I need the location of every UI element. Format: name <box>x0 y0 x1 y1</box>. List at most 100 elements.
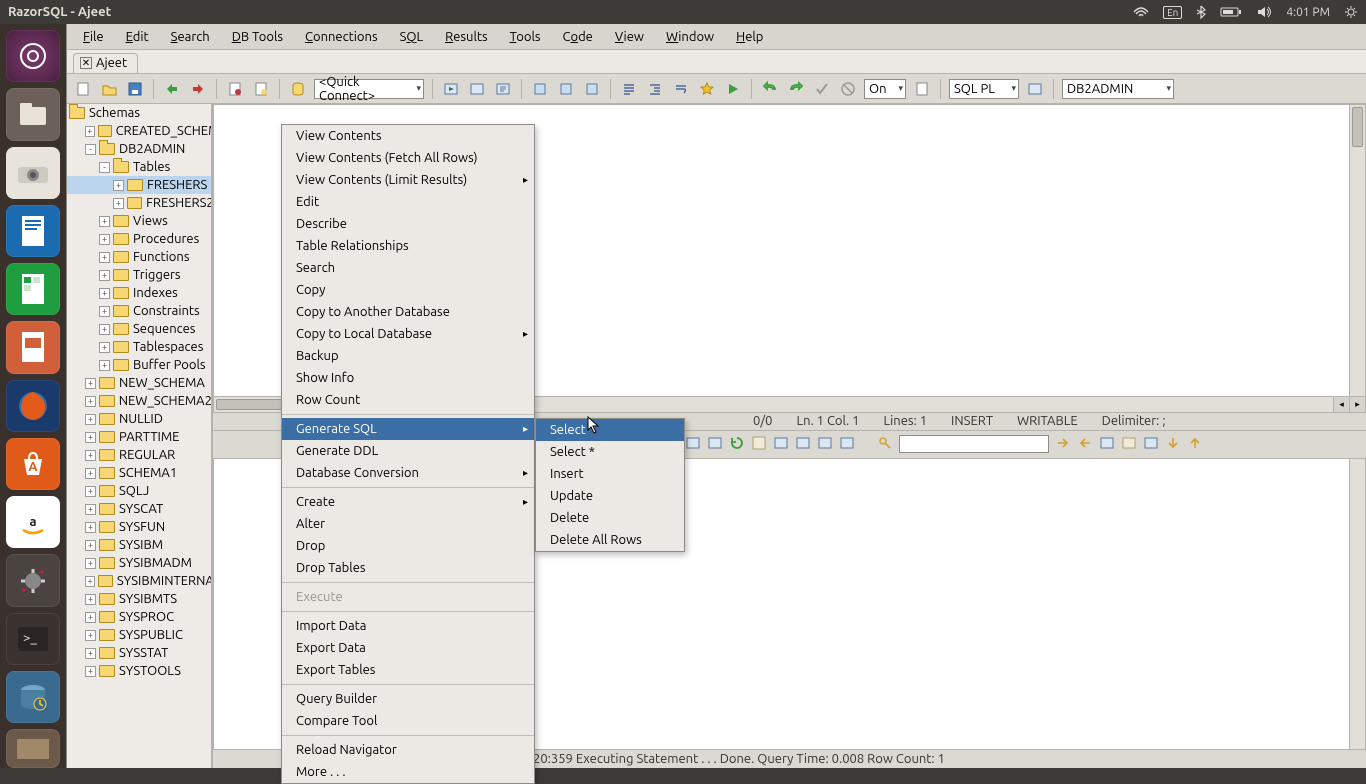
tree-item[interactable]: +FRESHERS2 <box>67 194 211 212</box>
tree-item[interactable]: +SYSIBMADM <box>67 554 211 572</box>
menu-edit[interactable]: Edit <box>116 27 159 47</box>
results-icon-4[interactable] <box>773 435 789 454</box>
check-icon[interactable] <box>812 79 832 99</box>
tree-item[interactable]: +SYSIBMTS <box>67 590 211 608</box>
ctx-item[interactable]: Copy to Another Database <box>282 301 534 323</box>
disconnect-icon[interactable] <box>188 79 208 99</box>
ctx-item[interactable]: Query Builder <box>282 688 534 710</box>
results-icon-8[interactable] <box>1099 435 1115 454</box>
tree-expand-icon[interactable]: + <box>99 288 110 299</box>
edit-connection-icon[interactable] <box>225 79 245 99</box>
lang-icon[interactable] <box>1025 79 1045 99</box>
sql-lang-combo[interactable]: SQL PL <box>949 79 1019 99</box>
tree-expand-icon[interactable]: + <box>99 270 110 281</box>
results-up-icon[interactable] <box>1187 435 1203 454</box>
ctx-item[interactable]: Database Conversion▸ <box>282 462 534 484</box>
autocommit-combo[interactable]: On <box>864 79 906 99</box>
cancel-icon[interactable] <box>838 79 858 99</box>
ctx-item[interactable]: Export Tables <box>282 659 534 681</box>
tree-expand-icon[interactable]: - <box>85 144 96 155</box>
ctx-item[interactable]: Copy to Local Database▸ <box>282 323 534 345</box>
tree-item[interactable]: +SYSPUBLIC <box>67 626 211 644</box>
launcher-camera[interactable] <box>6 147 60 199</box>
clock[interactable]: 4:01 PM <box>1286 6 1330 19</box>
tree-expand-icon[interactable]: + <box>85 414 96 425</box>
tree-expand-icon[interactable]: + <box>99 234 110 245</box>
schema-combo[interactable]: DB2ADMIN <box>1062 79 1174 99</box>
menu-view[interactable]: View <box>605 27 654 47</box>
tree-item[interactable]: +Sequences <box>67 320 211 338</box>
keyboard-lang-indicator[interactable]: En <box>1163 6 1182 19</box>
ctx-item[interactable]: Create▸ <box>282 491 534 513</box>
bluetooth-icon[interactable] <box>1196 5 1206 19</box>
launcher-amazon[interactable]: a <box>6 496 60 548</box>
ctx-item[interactable]: Drop Tables <box>282 557 534 579</box>
launcher-files[interactable] <box>6 88 60 140</box>
ctx-item[interactable]: Generate SQL▸ <box>282 418 534 440</box>
tree-item[interactable]: +SCHEMA1 <box>67 464 211 482</box>
tree-expand-icon[interactable]: + <box>99 216 110 227</box>
tool-icon-2[interactable] <box>556 79 576 99</box>
ctx-item[interactable]: Show Info <box>282 367 534 389</box>
ctx-item[interactable]: Backup <box>282 345 534 367</box>
schema-tree[interactable]: Schemas +CREATED_SCHEMA-DB2ADMIN-Tables+… <box>67 104 213 768</box>
tree-item[interactable]: +PARTTIME <box>67 428 211 446</box>
ctx-item[interactable]: Delete <box>536 507 684 529</box>
tree-expand-icon[interactable]: + <box>85 126 95 137</box>
tree-item[interactable]: +Functions <box>67 248 211 266</box>
connect-icon[interactable] <box>162 79 182 99</box>
tree-expand-icon[interactable]: + <box>99 252 110 263</box>
open-folder-icon[interactable] <box>99 79 119 99</box>
tree-expand-icon[interactable]: + <box>99 306 110 317</box>
ctx-item[interactable]: View Contents <box>282 125 534 147</box>
launcher-impress[interactable] <box>6 321 60 373</box>
editor-scrollbar[interactable] <box>1349 105 1365 396</box>
ctx-item[interactable]: View Contents (Limit Results)▸ <box>282 169 534 191</box>
tree-item[interactable]: +SQLJ <box>67 482 211 500</box>
results-refresh-icon[interactable] <box>729 435 745 454</box>
tree-item[interactable]: +SYSIBMINTERNAL <box>67 572 211 590</box>
tree-item[interactable]: +REGULAR <box>67 446 211 464</box>
tree-item[interactable]: -DB2ADMIN <box>67 140 211 158</box>
menu-tools[interactable]: Tools <box>500 27 551 47</box>
tree-item[interactable]: +NEW_SCHEMA2 <box>67 392 211 410</box>
tab-close-icon[interactable]: ✕ <box>80 57 92 69</box>
results-search-input[interactable] <box>899 435 1049 453</box>
tree-expand-icon[interactable]: + <box>85 432 96 443</box>
tree-expand-icon[interactable]: + <box>85 594 96 605</box>
indent-right-icon[interactable] <box>645 79 665 99</box>
menu-window[interactable]: Window <box>656 27 724 47</box>
quick-connect-combo[interactable]: <Quick Connect> <box>314 79 424 99</box>
launcher-terminal[interactable]: >_ <box>6 613 60 665</box>
ctx-item[interactable]: Insert <box>536 463 684 485</box>
results-prev-icon[interactable] <box>1077 435 1093 454</box>
menu-code[interactable]: Code <box>553 27 603 47</box>
tree-item[interactable]: +Tablespaces <box>67 338 211 356</box>
tree-expand-icon[interactable]: + <box>85 522 96 533</box>
gear-icon[interactable] <box>1344 5 1358 19</box>
undo-icon[interactable] <box>760 79 780 99</box>
tree-item[interactable]: +SYSFUN <box>67 518 211 536</box>
save-icon[interactable] <box>125 79 145 99</box>
results-icon-10[interactable] <box>1143 435 1159 454</box>
tree-item[interactable]: +NEW_SCHEMA <box>67 374 211 392</box>
tree-expand-icon[interactable]: + <box>85 540 96 551</box>
tree-item[interactable]: +Procedures <box>67 230 211 248</box>
tree-expand-icon[interactable]: + <box>99 324 110 335</box>
tree-item[interactable]: +SYSPROC <box>67 608 211 626</box>
launcher-razorsql[interactable] <box>6 671 60 723</box>
ctx-item[interactable]: Copy <box>282 279 534 301</box>
tree-item[interactable]: +Triggers <box>67 266 211 284</box>
tree-item[interactable]: +FRESHERS <box>67 176 211 194</box>
menu-search[interactable]: Search <box>161 27 220 47</box>
ctx-item[interactable]: Drop <box>282 535 534 557</box>
ctx-item[interactable]: Select <box>536 419 684 441</box>
results-icon-7[interactable] <box>839 435 855 454</box>
menu-dbtools[interactable]: DB Tools <box>222 27 293 47</box>
tree-item[interactable]: +Views <box>67 212 211 230</box>
db-icon[interactable] <box>288 79 308 99</box>
tree-expand-icon[interactable]: + <box>85 630 96 641</box>
results-icon-1[interactable] <box>685 435 701 454</box>
page-icon[interactable] <box>912 79 932 99</box>
redo-icon[interactable] <box>786 79 806 99</box>
